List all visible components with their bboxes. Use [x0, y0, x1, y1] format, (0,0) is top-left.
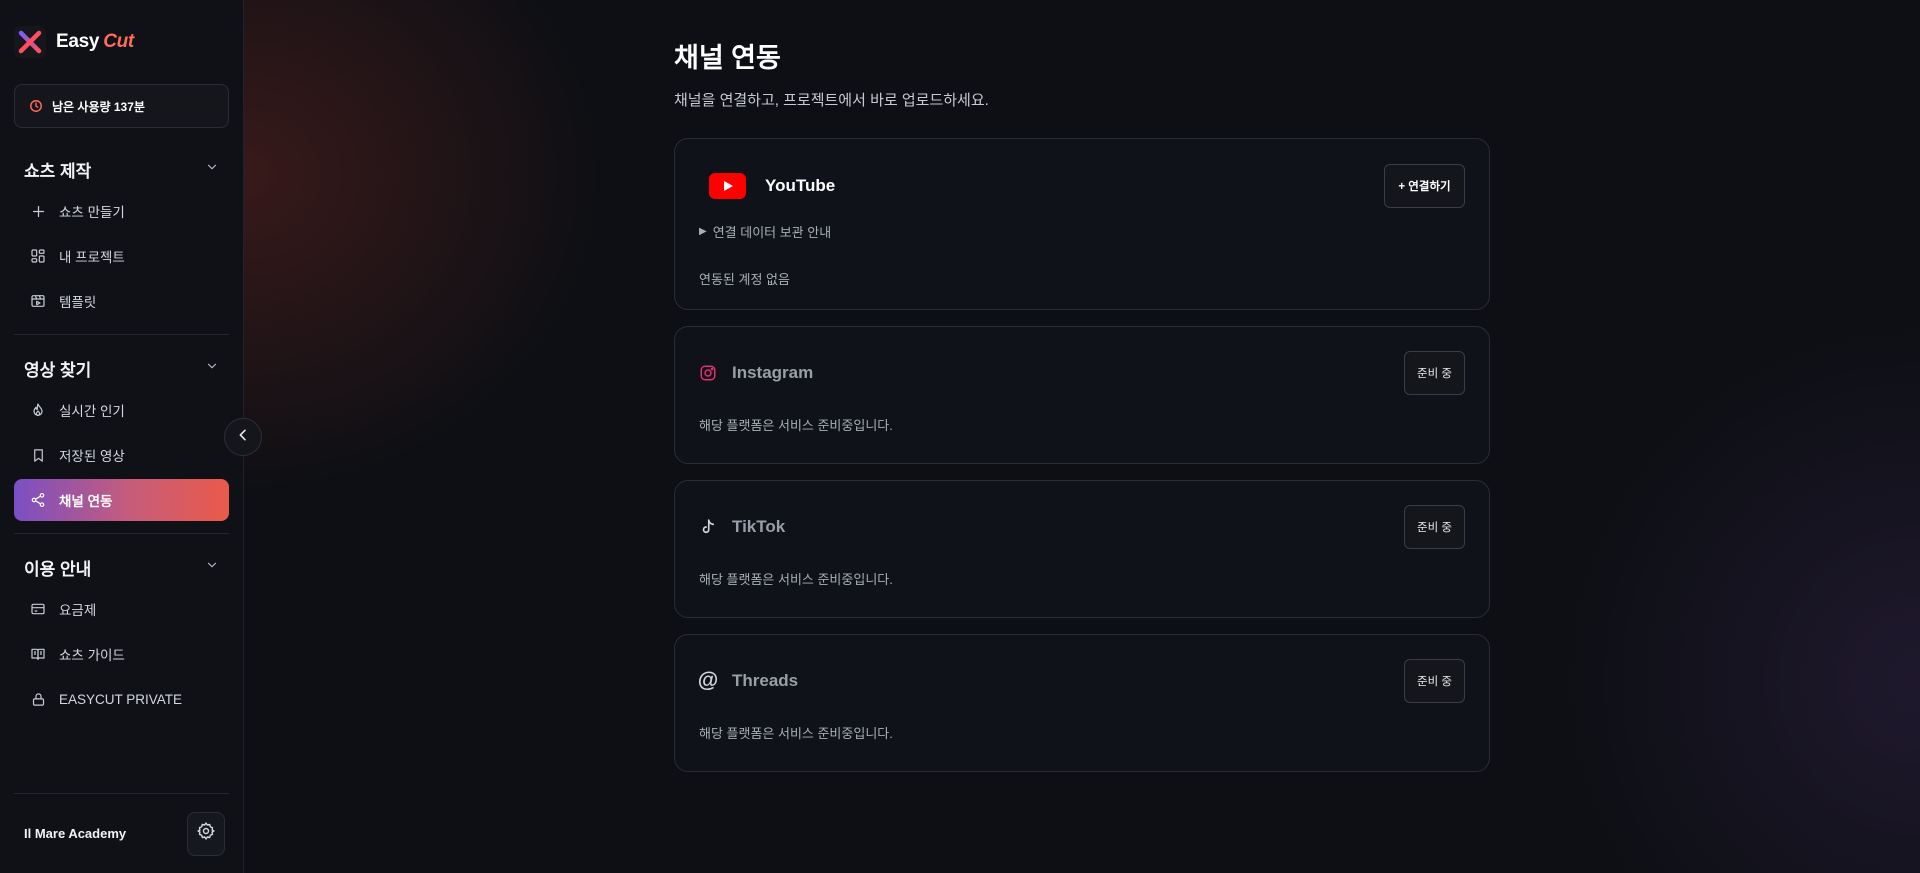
platform-status: 해당 플랫폼은 서비스 준비중입니다. [699, 726, 893, 741]
platform: TikTok [699, 517, 785, 537]
page-subtitle: 채널을 연결하고, 프로젝트에서 바로 업로드하세요. [674, 92, 989, 109]
sidebar-item-label: 채널 연동 [59, 494, 113, 509]
sidebar-item-saved-videos[interactable]: 저장된 영상 [14, 434, 229, 476]
youtube-icon [709, 173, 746, 199]
sidebar-item-channel-link[interactable]: 채널 연동 [14, 479, 229, 521]
card-header: @ Threads 준비 중 [697, 659, 1465, 703]
sidebar-item-templates[interactable]: 템플릿 [14, 280, 229, 322]
platform-status: 해당 플랫폼은 서비스 준비중입니다. [699, 418, 893, 433]
chevron-down-icon [205, 557, 219, 577]
channel-card-instagram: Instagram 준비 중 해당 플랫폼은 서비스 준비중입니다. [674, 326, 1490, 464]
section-title: 영상 찾기 [24, 360, 92, 380]
usage-label: 남은 사용량 137분 [52, 99, 145, 114]
main-content: 채널 연동 채널을 연결하고, 프로젝트에서 바로 업로드하세요. YouTub… [244, 0, 1920, 873]
brand-name-main: Easy [56, 31, 100, 52]
divider [14, 533, 229, 534]
sidebar-item-label: 쇼츠 만들기 [59, 205, 125, 220]
grid-icon [29, 247, 47, 265]
connect-youtube-button[interactable]: + 연결하기 [1384, 164, 1465, 208]
sidebar-item-label: 내 프로젝트 [59, 250, 125, 265]
page-title: 채널 연동 [674, 43, 781, 73]
user-name[interactable]: Il Mare Academy [24, 826, 126, 841]
threads-coming-soon-button[interactable]: 준비 중 [1404, 659, 1465, 703]
data-storage-disclosure[interactable]: ▶ 연결 데이터 보관 안내 [699, 222, 1465, 241]
triangle-right-icon: ▶ [699, 226, 707, 237]
tiktok-icon [699, 518, 717, 536]
gear-icon [196, 821, 216, 846]
platform: Instagram [699, 363, 813, 383]
book-icon [29, 645, 47, 663]
platform-name: YouTube [765, 176, 836, 195]
channel-card-threads: @ Threads 준비 중 해당 플랫폼은 서비스 준비중입니다. [674, 634, 1490, 772]
sidebar-item-label: 요금제 [59, 603, 97, 618]
channel-card-youtube: YouTube + 연결하기 ▶ 연결 데이터 보관 안내 연동된 계정 없음 [674, 138, 1490, 310]
channel-link-page: 채널 연동 채널을 연결하고, 프로젝트에서 바로 업로드하세요. YouTub… [674, 36, 1490, 788]
chevron-left-icon [235, 427, 251, 448]
tiktok-coming-soon-button[interactable]: 준비 중 [1404, 505, 1465, 549]
bookmark-icon [29, 446, 47, 464]
channel-card-tiktok: TikTok 준비 중 해당 플랫폼은 서비스 준비중입니다. [674, 480, 1490, 618]
section-title: 이용 안내 [24, 559, 92, 579]
platform-name: Threads [732, 671, 799, 690]
section-title: 쇼츠 제작 [24, 161, 92, 181]
section-header-usage-guide[interactable]: 이용 안내 [14, 546, 229, 588]
platform: @ Threads [697, 669, 799, 693]
instagram-icon [699, 364, 717, 382]
brand-name: Easy Cut [56, 31, 134, 53]
sidebar: Easy Cut 남은 사용량 137분 쇼츠 제작 쇼츠 만들기 내 프로젝트… [0, 0, 244, 873]
sidebar-item-shorts-guide[interactable]: 쇼츠 가이드 [14, 633, 229, 675]
lock-icon [29, 690, 47, 708]
platform-name: TikTok [732, 517, 786, 536]
sidebar-item-easycut-private[interactable]: EASYCUT PRIVATE [14, 678, 229, 720]
plus-icon [29, 202, 47, 220]
instagram-coming-soon-button[interactable]: 준비 중 [1404, 351, 1465, 395]
divider [14, 334, 229, 335]
account-status: 연동된 계정 없음 [699, 272, 790, 287]
clock-icon [29, 99, 43, 113]
brand[interactable]: Easy Cut [14, 0, 229, 84]
card-header: Instagram 준비 중 [699, 351, 1465, 395]
platform-name: Instagram [732, 363, 814, 382]
sidebar-item-pricing[interactable]: 요금제 [14, 588, 229, 630]
sidebar-item-label: 쇼츠 가이드 [59, 648, 125, 663]
template-icon [29, 292, 47, 310]
settings-button[interactable] [187, 811, 225, 856]
chevron-down-icon [205, 159, 219, 179]
app-root: Easy Cut 남은 사용량 137분 쇼츠 제작 쇼츠 만들기 내 프로젝트… [0, 0, 1920, 873]
sidebar-item-label: 템플릿 [59, 295, 97, 310]
platform: YouTube [699, 173, 835, 199]
card-header: YouTube + 연결하기 [699, 164, 1465, 208]
disclosure-label: 연결 데이터 보관 안내 [712, 225, 832, 240]
sidebar-item-trending[interactable]: 실시간 인기 [14, 389, 229, 431]
flame-icon [29, 401, 47, 419]
share-icon [29, 491, 47, 509]
sidebar-item-label: 저장된 영상 [59, 449, 125, 464]
usage-indicator: 남은 사용량 137분 [14, 84, 229, 128]
threads-icon: @ [697, 669, 719, 692]
sidebar-footer: Il Mare Academy [14, 793, 229, 873]
card-icon [29, 600, 47, 618]
chevron-down-icon [205, 358, 219, 378]
section-header-find-videos[interactable]: 영상 찾기 [14, 347, 229, 389]
sidebar-item-label: EASYCUT PRIVATE [59, 691, 183, 707]
card-header: TikTok 준비 중 [699, 505, 1465, 549]
sidebar-item-my-projects[interactable]: 내 프로젝트 [14, 235, 229, 277]
sidebar-collapse-button[interactable] [224, 418, 262, 456]
easycut-logo-icon [14, 26, 46, 58]
platform-status: 해당 플랫폼은 서비스 준비중입니다. [699, 572, 893, 587]
sidebar-item-label: 실시간 인기 [59, 404, 125, 419]
brand-name-accent: Cut [103, 31, 134, 52]
sidebar-item-create-shorts[interactable]: 쇼츠 만들기 [14, 190, 229, 232]
section-header-shorts[interactable]: 쇼츠 제작 [14, 148, 229, 190]
